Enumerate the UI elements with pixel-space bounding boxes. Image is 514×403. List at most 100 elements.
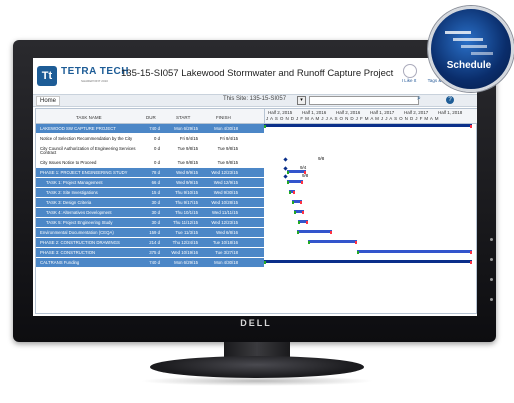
task-name: TASK 3: Design Criteria [46,200,92,205]
task-start: Thu 11/12/15 [172,220,198,225]
task-finish: Wed 6/8/16 [216,230,238,235]
thumbs-up-icon[interactable] [403,64,417,78]
search-input[interactable] [309,96,419,105]
month-labels: J A S O N D J F M A M J J A S O N D J F … [266,116,439,121]
period-label: Half 2, 2017 [404,110,429,115]
start-marker [298,221,300,224]
schedule-grid: TASK NAME DUR START FINISH LAKEWOOD SW C… [35,108,477,314]
monitor-stand [150,356,364,378]
table-row[interactable]: TASK 2: Site Investigations 15 d Thu 9/10/… [36,188,264,197]
monitor-button [490,298,493,301]
milestone-marker[interactable] [283,157,288,162]
period-label: Half 1, 2017 [370,110,395,115]
i-like-it-link[interactable]: I Like It [394,78,424,83]
search-icon[interactable]: ⌕ [417,95,421,103]
table-row[interactable]: PHASE 1: PROJECT ENGINEERING STUDY 78 d We… [36,168,264,177]
finish-marker [306,221,308,224]
home-tab[interactable]: Home [36,96,61,106]
task-start: Mon 6/29/15 [174,260,198,265]
start-marker [294,211,296,214]
finish-marker [293,191,295,194]
table-row[interactable]: City Council Authorization of Engineerin… [36,144,264,157]
finish-marker [470,125,472,128]
tetra-tech-logo: Tt [37,66,57,86]
task-duration: 740 d [149,126,160,131]
table-row[interactable]: Notice of Selection Recommendation by th… [36,134,264,143]
start-marker [308,241,310,244]
start-marker [289,191,291,194]
site-scope-label: This Site: 135-15-SI057 [223,96,287,102]
period-label: Half 2, 2015 [268,110,293,115]
task-name: Environmental Documentation (CEQA) [40,230,114,235]
table-row[interactable]: PHASE 2: CONSTRUCTION DRAWINGS 214 d Thu 1… [36,238,264,247]
start-marker [297,231,299,234]
task-duration: 78 d [151,170,160,175]
task-bar[interactable] [297,230,332,233]
task-finish: Wed 12/23/15 [211,170,238,175]
help-icon[interactable]: ? [446,96,454,104]
nav-bar: Home This Site: 135-15-SI057 ▾ ⌕ ? [33,94,477,107]
task-finish: Wed 9/30/15 [213,190,238,195]
task-duration: 0 d [154,146,160,151]
task-bar[interactable] [308,240,357,243]
task-start: Tue 11/3/15 [175,230,198,235]
table-row[interactable]: CALTRANS Funding 740 d Mon 6/29/15 Mon 4/30… [36,258,264,267]
task-name: City Issues Notice to Proceed [40,160,97,165]
task-name-cont: Contract [40,150,57,155]
task-duration: 30 d [151,220,160,225]
task-name: LAKEWOOD SW CAPTURE PROJECT [40,126,116,131]
finish-marker [304,171,306,174]
task-finish: Wed 11/11/15 [211,210,238,215]
table-row[interactable]: PHASE 3: CONSTRUCTION 375 d Wed 10/19/16 Tu… [36,248,264,257]
task-name: TASK 5: Project Engineering Study [46,220,113,225]
finish-marker [355,241,357,244]
task-start: Fri 9/4/15 [179,136,198,141]
task-finish: Tue 9/8/15 [217,160,238,165]
task-duration: 214 d [149,240,160,245]
task-name: Notice of Selection Recommendation by th… [40,136,133,141]
task-finish: Wed 12/9/15 [213,180,238,185]
task-name: TASK 1: Project Management [46,180,103,185]
task-finish: Wed 10/28/15 [211,200,238,205]
gantt-graphic-icon [445,31,493,55]
task-bar[interactable] [357,250,472,253]
brand-name: TETRA TECH [61,66,129,77]
milestone-marker[interactable] [283,174,288,179]
task-finish: Fri 9/4/15 [219,136,238,141]
period-label: Half 1, 2018 [438,110,463,115]
task-duration: 30 d [151,210,160,215]
table-row[interactable]: LAKEWOOD SW CAPTURE PROJECT 740 d Mon 6/29… [36,124,264,133]
chevron-down-icon[interactable]: ▾ [297,96,306,105]
table-row[interactable]: TASK 1: Project Management 66 d Wed 9/9/15… [36,178,264,187]
task-start: Tue 9/8/15 [177,160,198,165]
brand-subtitle: SHAREPOINT 2010 [81,79,108,83]
task-bar[interactable] [264,260,472,263]
table-row[interactable]: Environmental Documentation (CEQA) 159 d T… [36,228,264,237]
task-finish: Tue 9/8/15 [217,146,238,151]
task-duration: 0 d [154,160,160,165]
col-start[interactable]: START [176,115,190,120]
period-label: Half 2, 2016 [336,110,361,115]
start-marker [292,201,294,204]
task-start: Wed 9/9/15 [176,180,198,185]
start-marker [264,261,266,264]
task-start: Tue 9/8/15 [177,146,198,151]
task-duration: 159 d [149,230,160,235]
task-bar[interactable] [264,124,472,127]
table-row[interactable]: TASK 4: Alternatives Development 30 d Thu … [36,208,264,217]
task-name: TASK 2: Site Investigations [46,190,98,195]
col-finish[interactable]: FINISH [216,115,231,120]
task-name: PHASE 1: PROJECT ENGINEERING STUDY [40,170,128,175]
task-start: Thu 9/10/15 [175,190,198,195]
task-name: TASK 4: Alternatives Development [46,210,112,215]
table-row[interactable]: TASK 5: Project Engineering Study 30 d Thu… [36,218,264,227]
task-duration: 740 d [149,260,160,265]
col-task-name[interactable]: TASK NAME [76,115,102,120]
col-duration[interactable]: DUR [146,115,156,120]
task-start: Wed 9/9/15 [176,170,198,175]
finish-marker [330,231,332,234]
table-row[interactable]: City Issues Notice to Proceed 0 d Tue 9/8/… [36,158,264,167]
task-duration: 66 d [151,180,160,185]
table-row[interactable]: TASK 3: Design Criteria 30 d Thu 9/17/15 We… [36,198,264,207]
schedule-badge [428,6,514,92]
